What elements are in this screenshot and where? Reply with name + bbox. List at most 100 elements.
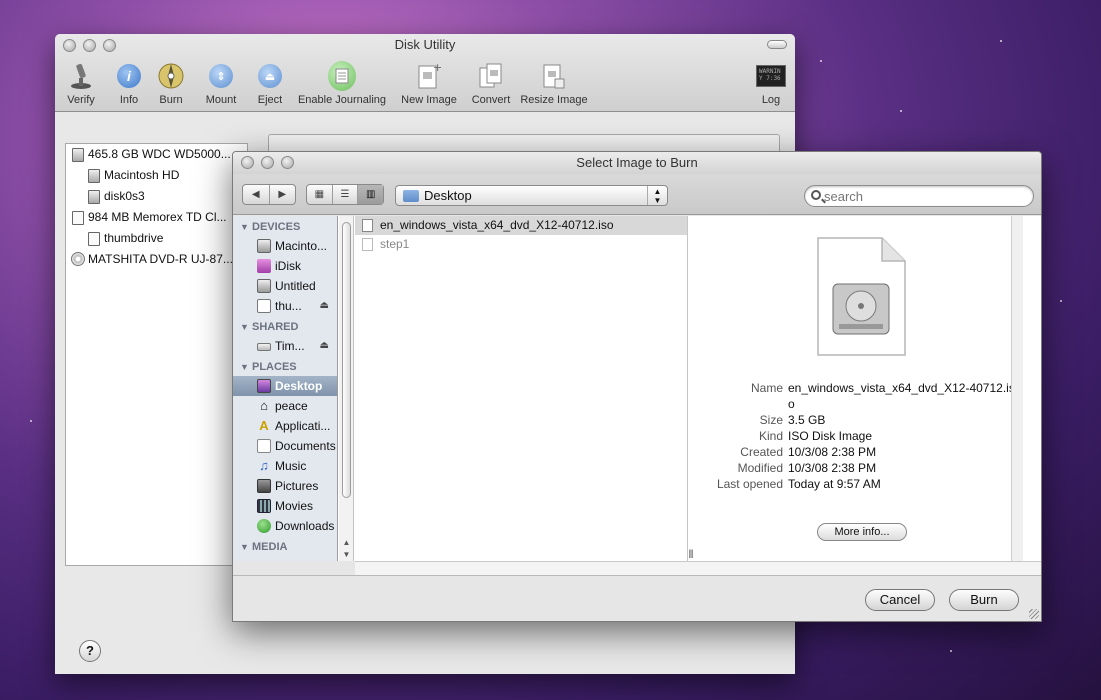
info-row-modified: Modified 10/3/08 2:38 PM (699, 460, 1019, 476)
info-row-last-opened: Last opened Today at 9:57 AM (699, 476, 1019, 492)
scroll-up-icon[interactable]: ▲ (341, 538, 352, 547)
convert-button[interactable]: Convert (467, 62, 515, 106)
horizontal-scrollbar[interactable] (355, 561, 1041, 575)
popup-arrows-icon: ▲ ▼ (647, 186, 667, 205)
section-shared[interactable]: SHARED (233, 319, 337, 336)
sidebar-item-time-capsule[interactable]: Tim... ⏏ (233, 336, 337, 356)
sidebar-item-macintosh[interactable]: Macinto... (233, 236, 337, 256)
sidebar-item-idisk[interactable]: iDisk (233, 256, 337, 276)
icon-view-button[interactable]: ▦ (307, 185, 333, 204)
mount-icon: ⇕ (207, 62, 235, 90)
network-drive-icon (257, 343, 271, 351)
help-button[interactable]: ? (79, 640, 101, 662)
column-view-button[interactable]: ▥ (358, 185, 384, 204)
sidebar-item-label: Untitled (275, 279, 316, 293)
applications-icon: A (259, 418, 269, 433)
section-devices[interactable]: DEVICES (233, 219, 337, 236)
disk-item-disk0s3[interactable]: disk0s3 (66, 186, 247, 207)
burn-button[interactable]: Burn (949, 589, 1019, 611)
disk-item-dvd-drive[interactable]: MATSHITA DVD-R UJ-87... (66, 249, 247, 270)
disk-item-wdc[interactable]: 465.8 GB WDC WD5000... (66, 144, 247, 165)
section-media[interactable]: MEDIA (233, 539, 337, 556)
camera-icon (257, 479, 271, 493)
section-places[interactable]: PLACES (233, 359, 337, 376)
new-image-button[interactable]: + New Image (398, 62, 460, 106)
info-value: ISO Disk Image (788, 429, 873, 443)
log-button[interactable]: WARNIN Y 7:36 Log (754, 62, 788, 106)
info-key: Kind (758, 429, 783, 443)
column-resize-handle[interactable]: || (689, 548, 694, 558)
info-row-kind: Kind ISO Disk Image (699, 428, 1019, 444)
info-row-created: Created 10/3/08 2:38 PM (699, 444, 1019, 460)
microscope-icon (67, 62, 95, 90)
info-value: 10/3/08 2:38 PM (788, 461, 877, 475)
dialog-toolbar: ◀ ▶ ▦ ☰ ▥ Desktop ▲ ▼ (233, 174, 1041, 215)
du-toolbar: Verify i Info Burn ⇕ Mount ⏏ Eject Enabl… (61, 61, 789, 110)
log-label: Log (761, 94, 781, 106)
places-sidebar: DEVICES Macinto... iDisk Untitled thu...… (233, 216, 338, 561)
back-button[interactable]: ◀ (243, 185, 270, 204)
du-disk-list[interactable]: 465.8 GB WDC WD5000... Macintosh HD disk… (65, 143, 248, 566)
info-key: Last opened (716, 477, 783, 491)
toolbar-toggle-button[interactable] (767, 40, 787, 49)
disk-item-label: 984 MB Memorex TD Cl... (88, 210, 227, 224)
sidebar-item-movies[interactable]: Movies (233, 496, 337, 516)
disk-item-memorex[interactable]: 984 MB Memorex TD Cl... (66, 207, 247, 228)
scroll-down-icon[interactable]: ▼ (341, 550, 352, 559)
scroll-thumb[interactable] (342, 222, 351, 498)
burn-toolbar-label: Burn (159, 94, 183, 106)
info-value: en_windows_vista_x64_dvd_X12-40712.iso (788, 381, 1015, 411)
location-popup[interactable]: Desktop ▲ ▼ (395, 185, 668, 206)
verify-label: Verify (67, 94, 95, 106)
sidebar-item-documents[interactable]: Documents (233, 436, 337, 456)
sidebar-item-thumbdrive[interactable]: thu... ⏏ (233, 296, 337, 316)
sidebar-item-pictures[interactable]: Pictures (233, 476, 337, 496)
list-view-button[interactable]: ☰ (333, 185, 359, 204)
sidebar-item-music[interactable]: ♫ Music (233, 456, 337, 476)
eject-icon[interactable]: ⏏ (320, 296, 329, 316)
search-input[interactable] (824, 188, 1024, 204)
sidebar-item-label: thu... (275, 299, 302, 313)
burn-toolbar-button[interactable]: Burn (154, 62, 188, 106)
mount-button[interactable]: ⇕ Mount (201, 62, 241, 106)
sidebar-item-home[interactable]: ⌂ peace (233, 396, 337, 416)
disk-item-macintosh-hd[interactable]: Macintosh HD (66, 165, 247, 186)
info-key: Created (740, 445, 783, 459)
preview-scrollbar[interactable] (1011, 216, 1023, 561)
sidebar-item-label: iDisk (275, 259, 301, 273)
enable-journaling-button[interactable]: Enable Journaling (294, 61, 390, 106)
search-field[interactable] (804, 185, 1034, 207)
home-icon: ⌂ (260, 398, 268, 413)
more-info-button[interactable]: More info... (817, 523, 907, 541)
cancel-button[interactable]: Cancel (865, 589, 935, 611)
sidebar-item-label: Music (275, 459, 307, 473)
sidebar-item-label: Desktop (275, 379, 323, 393)
info-row-size: Size 3.5 GB (699, 412, 1019, 428)
sidebar-item-untitled[interactable]: Untitled (233, 276, 337, 296)
sidebar-item-label: Movies (275, 499, 314, 513)
eject-toolbar-label: Eject (257, 94, 283, 106)
file-item-iso[interactable]: en_windows_vista_x64_dvd_X12-40712.iso (355, 216, 687, 235)
file-item-step1[interactable]: step1 (355, 235, 687, 254)
file-browser: DEVICES Macinto... iDisk Untitled thu...… (233, 216, 1041, 561)
resize-image-icon (540, 62, 568, 90)
resize-image-label: Resize Image (520, 94, 588, 106)
verify-button[interactable]: Verify (65, 62, 97, 106)
document-file-icon (362, 238, 373, 251)
file-column: en_windows_vista_x64_dvd_X12-40712.iso s… (355, 216, 693, 561)
eject-toolbar-button[interactable]: ⏏ Eject (254, 62, 286, 106)
sidebar-scrollbar[interactable]: ▲ ▼ (339, 216, 354, 561)
file-name: step1 (380, 237, 410, 251)
info-button[interactable]: i Info (113, 62, 145, 106)
resize-image-button[interactable]: Resize Image (518, 62, 590, 106)
disk-item-label: Macintosh HD (104, 168, 180, 182)
info-value: 3.5 GB (788, 413, 826, 427)
sidebar-item-desktop[interactable]: Desktop (233, 376, 337, 396)
eject-icon[interactable]: ⏏ (320, 336, 329, 356)
forward-button[interactable]: ▶ (270, 185, 296, 204)
sidebar-item-downloads[interactable]: Downloads (233, 516, 337, 536)
sidebar-item-applications[interactable]: A Applicati... (233, 416, 337, 436)
resize-grip[interactable] (1029, 609, 1039, 619)
disk-item-thumbdrive[interactable]: thumbdrive (66, 228, 247, 249)
view-mode-control: ▦ ☰ ▥ (306, 184, 384, 205)
